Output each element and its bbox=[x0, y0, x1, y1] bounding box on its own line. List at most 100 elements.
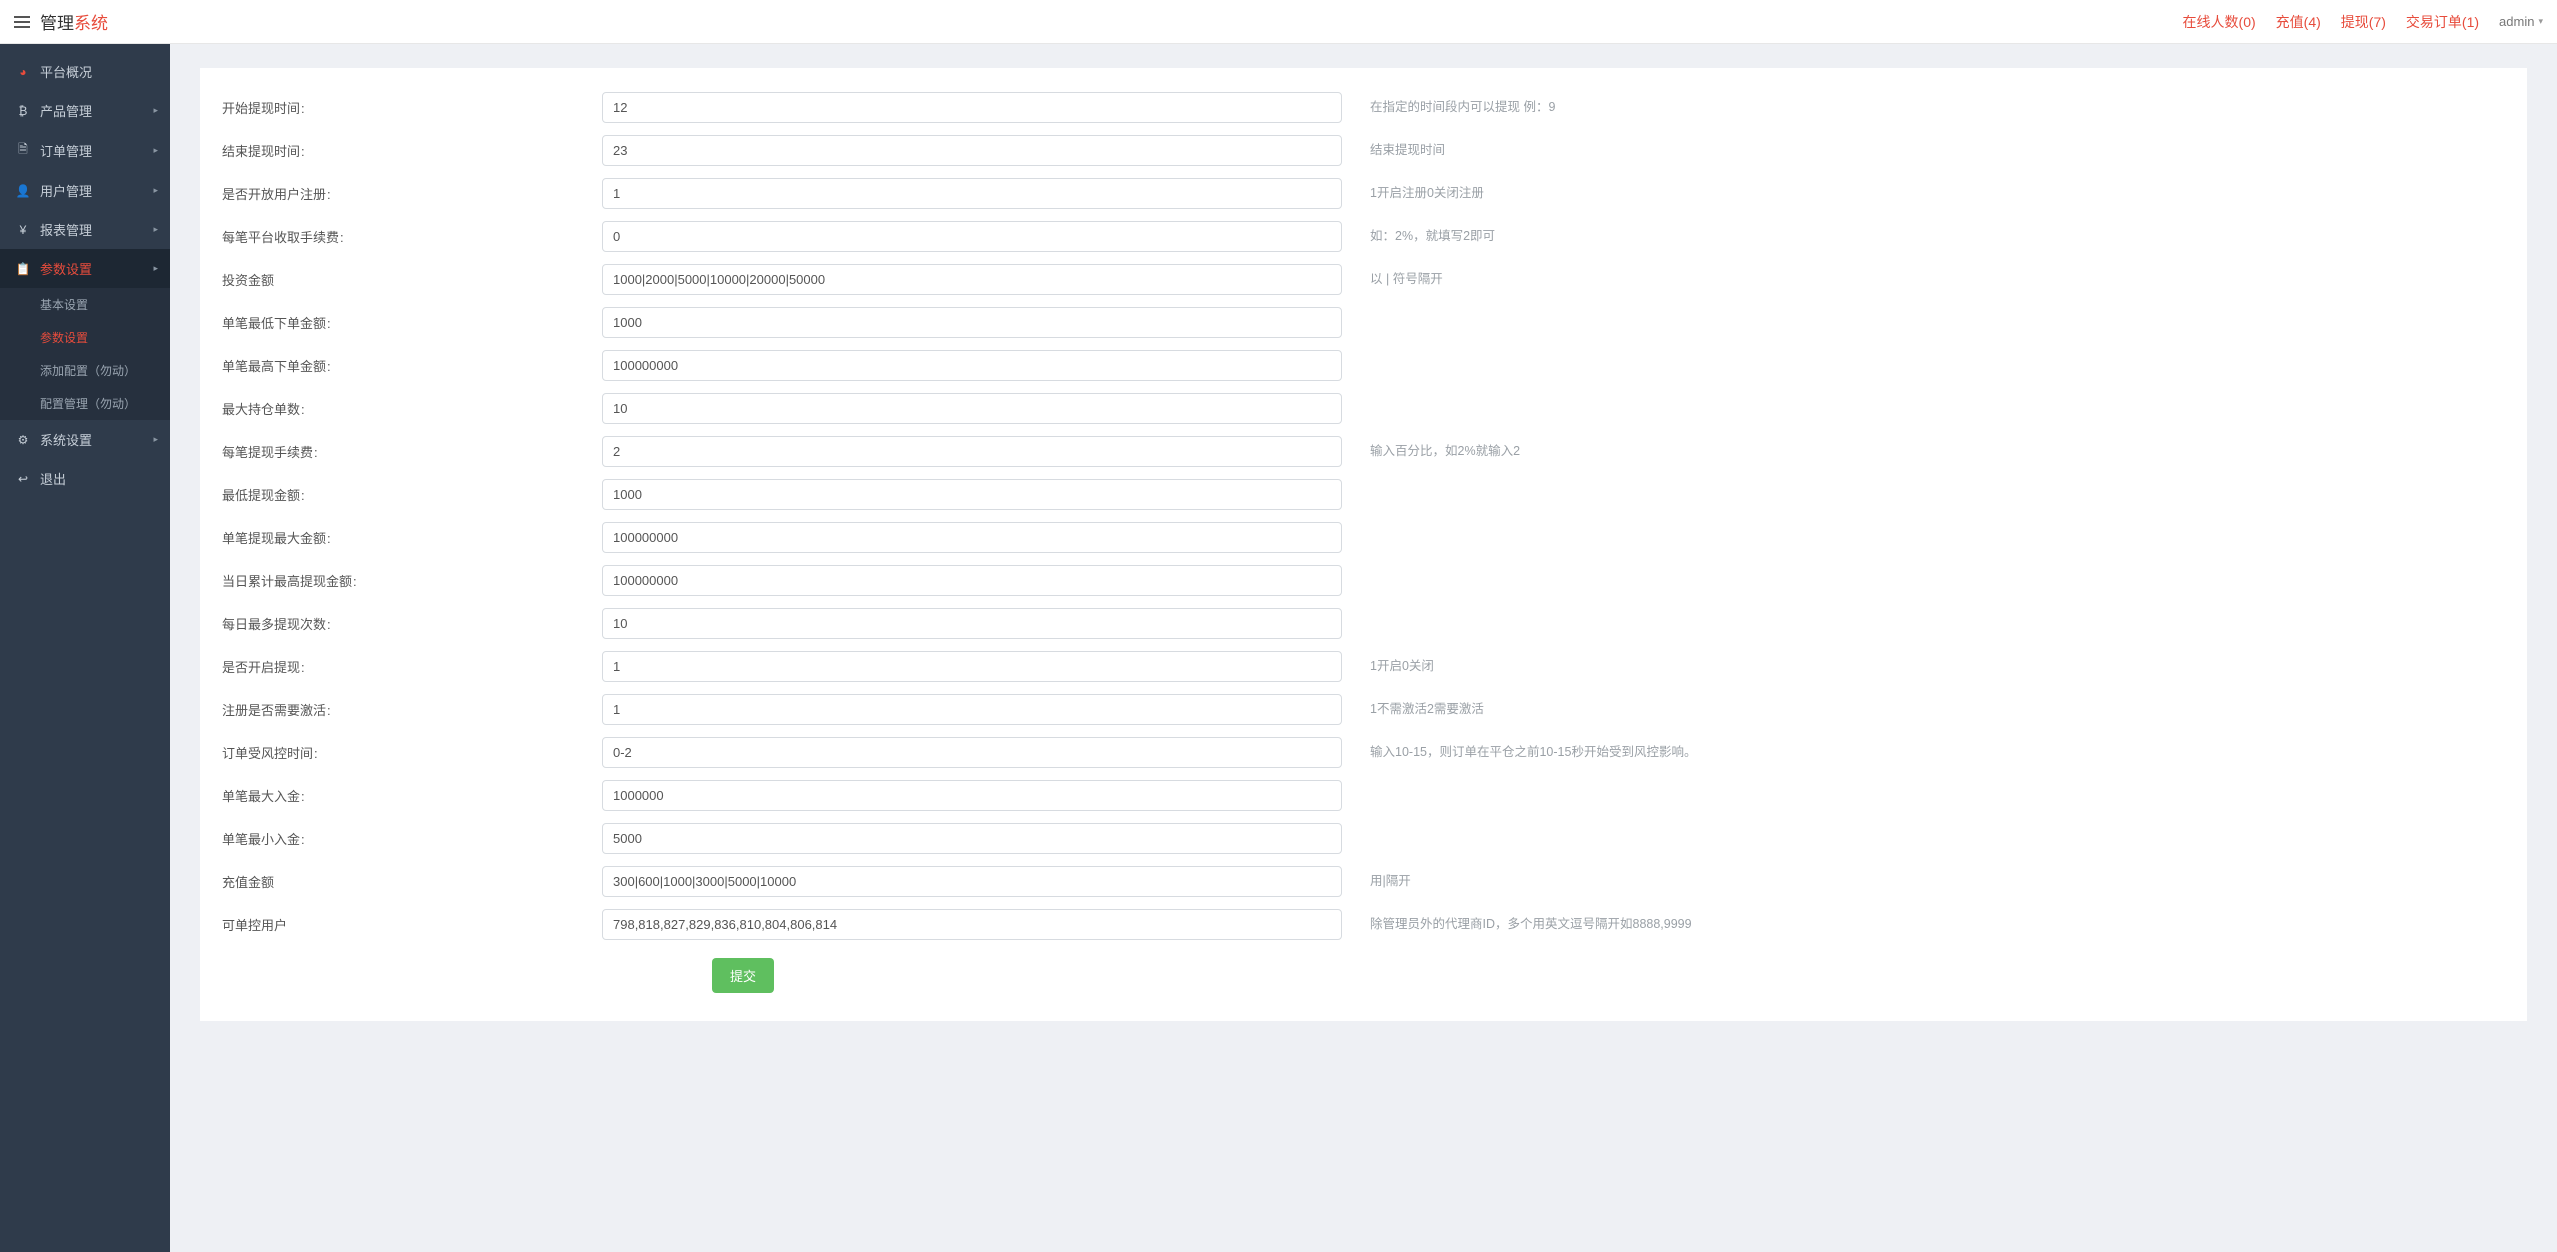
field-help: 以 | 符号隔开 bbox=[1370, 270, 1443, 289]
field-input-16[interactable] bbox=[602, 780, 1342, 811]
chevron-right-icon: ▸ bbox=[153, 434, 158, 445]
form-row-15: 订单受风控时间输入10-15，则订单在平仓之前10-15秒开始受到风控影响。 bbox=[212, 731, 2515, 774]
form-row-1: 结束提现时间 结束提现时间 bbox=[212, 129, 2515, 172]
field-label: 充值金额 bbox=[212, 872, 602, 891]
field-input-15[interactable] bbox=[602, 737, 1342, 768]
online-users-link[interactable]: 在线人数(0) bbox=[2183, 12, 2256, 32]
main-content: 开始提现时间在指定的时间段内可以提现 例：9结束提现时间结束提现时间是否开放用户… bbox=[170, 44, 2557, 1252]
form-row-5: 单笔最低下单金额 bbox=[212, 301, 2515, 344]
field-label: 每日最多提现次数 bbox=[212, 614, 602, 633]
form-row-11: 当日累计最高提现金额 bbox=[212, 559, 2515, 602]
field-input-8[interactable] bbox=[602, 436, 1342, 467]
field-label: 单笔提现最大金额 bbox=[212, 528, 602, 547]
field-label: 当日累计最高提现金额 bbox=[212, 571, 602, 590]
field-input-10[interactable] bbox=[602, 522, 1342, 553]
field-label: 可单控用户 bbox=[212, 915, 602, 934]
form-row-8: 每笔提现手续费 输入百分比，如2%就输入2 bbox=[212, 430, 2515, 473]
sidebar-item-label: 报表管理 bbox=[40, 220, 92, 239]
sidebar: ◕平台概况₿产品管理▸🗎订单管理▸👤用户管理▸¥报表管理▸📋参数设置▸基本设置参… bbox=[0, 44, 170, 1252]
sidebar-item-label: 参数设置 bbox=[40, 259, 92, 278]
sidebar-item-3[interactable]: 👤用户管理▸ bbox=[0, 171, 170, 210]
sidebar-item-label: 退出 bbox=[40, 469, 66, 488]
field-input-13[interactable] bbox=[602, 651, 1342, 682]
chevron-right-icon: ▸ bbox=[153, 145, 158, 156]
sidebar-subitem-3[interactable]: 配置管理（勿动） bbox=[0, 387, 170, 420]
form-row-2: 是否开放用户注册 1开启注册0关闭注册 bbox=[212, 172, 2515, 215]
recharge-link[interactable]: 充值(4) bbox=[2276, 12, 2321, 32]
sidebar-item-5[interactable]: 📋参数设置▸ bbox=[0, 249, 170, 288]
form-row-10: 单笔提现最大金额 bbox=[212, 516, 2515, 559]
sidebar-item-label: 用户管理 bbox=[40, 181, 92, 200]
admin-dropdown[interactable]: admin ▾ bbox=[2499, 14, 2543, 29]
field-input-14[interactable] bbox=[602, 694, 1342, 725]
field-input-7[interactable] bbox=[602, 393, 1342, 424]
sidebar-item-7[interactable]: ↩退出 bbox=[0, 459, 170, 498]
field-input-5[interactable] bbox=[602, 307, 1342, 338]
field-input-12[interactable] bbox=[602, 608, 1342, 639]
field-input-4[interactable] bbox=[602, 264, 1342, 295]
sidebar-subitem-0[interactable]: 基本设置 bbox=[0, 288, 170, 321]
field-label: 单笔最低下单金额 bbox=[212, 313, 602, 332]
field-help: 输入百分比，如2%就输入2 bbox=[1370, 442, 1520, 461]
bitcoin-icon: ₿ bbox=[14, 104, 32, 118]
field-input-6[interactable] bbox=[602, 350, 1342, 381]
form-row-3: 每笔平台收取手续费如：2%，就填写2即可 bbox=[212, 215, 2515, 258]
field-label: 订单受风控时间 bbox=[212, 743, 602, 762]
field-help: 结束提现时间 bbox=[1370, 141, 1445, 160]
field-label: 最低提现金额 bbox=[212, 485, 602, 504]
chevron-right-icon: ▸ bbox=[153, 105, 158, 116]
orders-link[interactable]: 交易订单(1) bbox=[2406, 12, 2479, 32]
form-row-7: 最大持仓单数 bbox=[212, 387, 2515, 430]
field-input-17[interactable] bbox=[602, 823, 1342, 854]
field-help: 如：2%，就填写2即可 bbox=[1370, 227, 1495, 246]
form-row-9: 最低提现金额 bbox=[212, 473, 2515, 516]
settings-panel: 开始提现时间在指定的时间段内可以提现 例：9结束提现时间结束提现时间是否开放用户… bbox=[200, 68, 2527, 1021]
gear-icon: ⚙ bbox=[14, 433, 32, 447]
sidebar-item-label: 系统设置 bbox=[40, 430, 92, 449]
field-label: 每笔提现手续费 bbox=[212, 442, 602, 461]
sidebar-subitem-1[interactable]: 参数设置 bbox=[0, 321, 170, 354]
field-input-1[interactable] bbox=[602, 135, 1342, 166]
field-input-11[interactable] bbox=[602, 565, 1342, 596]
sidebar-subitem-2[interactable]: 添加配置（勿动） bbox=[0, 354, 170, 387]
sidebar-item-1[interactable]: ₿产品管理▸ bbox=[0, 91, 170, 130]
sidebar-submenu: 基本设置参数设置添加配置（勿动）配置管理（勿动） bbox=[0, 288, 170, 420]
sidebar-item-4[interactable]: ¥报表管理▸ bbox=[0, 210, 170, 249]
sidebar-item-label: 平台概况 bbox=[40, 62, 92, 81]
form-row-19: 可单控用户除管理员外的代理商ID，多个用英文逗号隔开如8888,9999 bbox=[212, 903, 2515, 946]
sidebar-item-2[interactable]: 🗎订单管理▸ bbox=[0, 130, 170, 171]
sidebar-item-0[interactable]: ◕ 平台概况 bbox=[0, 52, 170, 91]
field-label: 是否开放用户注册 bbox=[212, 184, 602, 203]
sidebar-item-6[interactable]: ⚙ 系统设置 ▸ bbox=[0, 420, 170, 459]
form-row-14: 注册是否需要激活1不需激活2需要激活 bbox=[212, 688, 2515, 731]
submit-button[interactable]: 提交 bbox=[712, 958, 774, 993]
field-label: 是否开启提现 bbox=[212, 657, 602, 676]
form-row-6: 单笔最高下单金额 bbox=[212, 344, 2515, 387]
field-input-2[interactable] bbox=[602, 178, 1342, 209]
field-input-9[interactable] bbox=[602, 479, 1342, 510]
field-input-0[interactable] bbox=[602, 92, 1342, 123]
field-input-3[interactable] bbox=[602, 221, 1342, 252]
withdraw-link[interactable]: 提现(7) bbox=[2341, 12, 2386, 32]
form-row-16: 单笔最大入金 bbox=[212, 774, 2515, 817]
chevron-right-icon: ▸ bbox=[153, 263, 158, 274]
chevron-right-icon: ▸ bbox=[153, 224, 158, 235]
field-help: 在指定的时间段内可以提现 例：9 bbox=[1370, 98, 1555, 117]
field-label: 开始提现时间 bbox=[212, 98, 602, 117]
field-input-19[interactable] bbox=[602, 909, 1342, 940]
chevron-right-icon: ▸ bbox=[153, 185, 158, 196]
field-label: 最大持仓单数 bbox=[212, 399, 602, 418]
field-help: 1开启注册0关闭注册 bbox=[1370, 184, 1484, 203]
doc-icon: 🗎 bbox=[14, 140, 32, 161]
field-label: 投资金额 bbox=[212, 270, 602, 289]
field-help: 1不需激活2需要激活 bbox=[1370, 700, 1484, 719]
dashboard-icon: ◕ bbox=[14, 65, 32, 79]
menu-toggle-icon[interactable] bbox=[14, 16, 30, 28]
field-label: 结束提现时间 bbox=[212, 141, 602, 160]
field-input-18[interactable] bbox=[602, 866, 1342, 897]
form-row-12: 每日最多提现次数 bbox=[212, 602, 2515, 645]
form-row-17: 单笔最小入金 bbox=[212, 817, 2515, 860]
field-help: 用|隔开 bbox=[1370, 872, 1411, 891]
topbar: 管理系统 在线人数(0) 充值(4) 提现(7) 交易订单(1) admin ▾ bbox=[0, 0, 2557, 44]
form-row-4: 投资金额 以 | 符号隔开 bbox=[212, 258, 2515, 301]
